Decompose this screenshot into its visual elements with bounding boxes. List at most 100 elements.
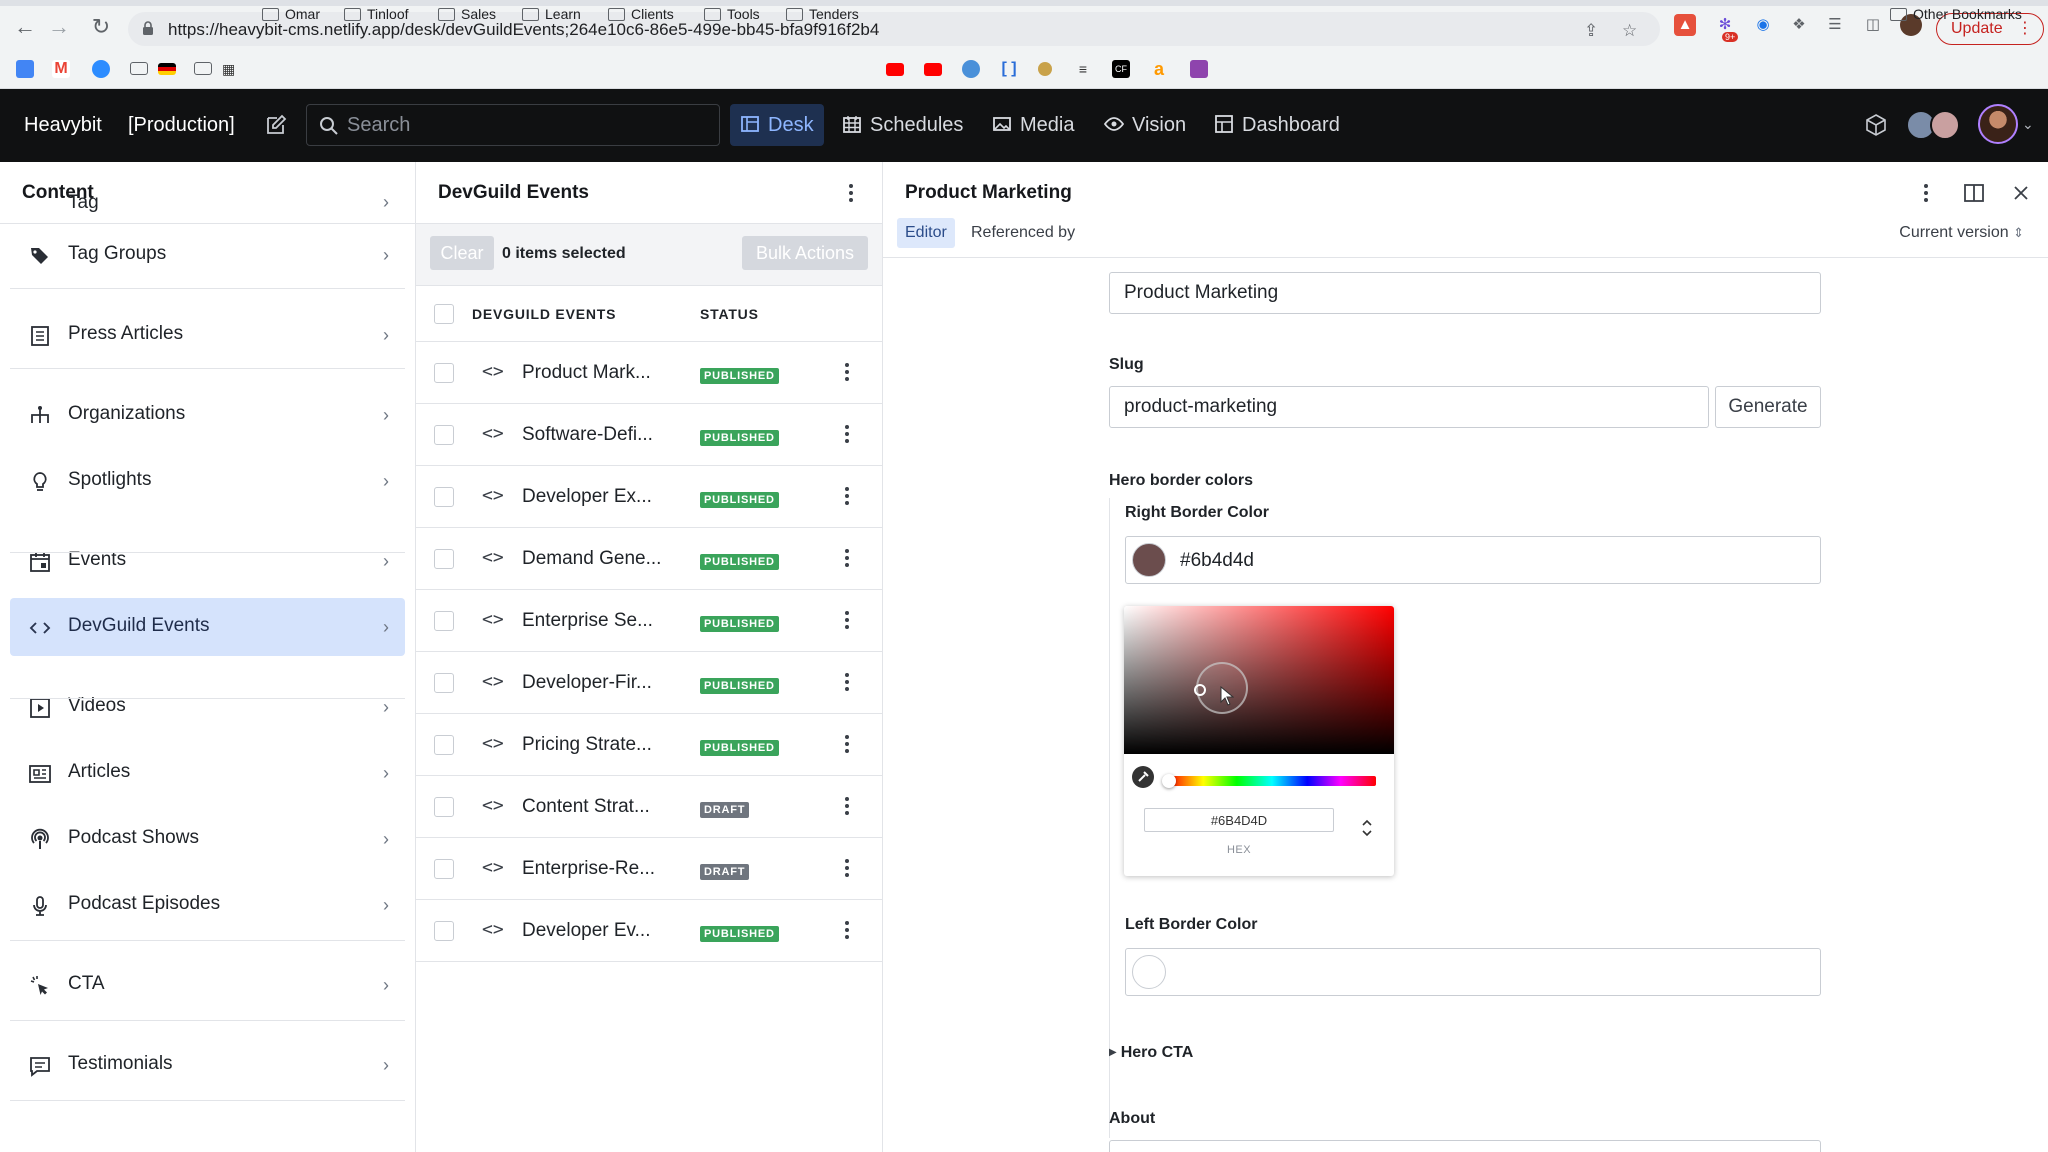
sidebar-item-articles[interactable]: Articles › [10, 744, 405, 802]
kebab-icon[interactable] [1923, 182, 1929, 204]
row-checkbox[interactable] [434, 487, 454, 507]
kebab-icon[interactable] [844, 361, 850, 383]
row-checkbox[interactable] [434, 549, 454, 569]
column-header-status[interactable]: STATUS [700, 306, 759, 322]
bookmark-clients[interactable]: Clients [608, 3, 674, 25]
tool-schedules[interactable]: Schedules [832, 104, 973, 146]
sidebar-item-tag[interactable]: Tag › [10, 194, 405, 224]
hero-cta-toggle[interactable]: ▶ Hero CTA [1109, 1044, 1193, 1062]
list-item[interactable]: <> Demand Gene... PUBLISHED [416, 528, 882, 590]
chevron-down-icon[interactable]: ⌄ [2022, 116, 2034, 133]
hex-input[interactable] [1144, 808, 1334, 832]
gmail-icon[interactable]: M [52, 60, 70, 78]
bracket-icon[interactable]: [ ] [1000, 60, 1018, 78]
kebab-icon[interactable] [848, 182, 854, 204]
star-icon[interactable]: ☆ [1622, 21, 1637, 41]
compose-icon[interactable] [264, 113, 288, 137]
youtube-icon[interactable] [886, 63, 904, 76]
search-box[interactable] [306, 104, 720, 146]
list-item[interactable]: <> Pricing Strate... PUBLISHED [416, 714, 882, 776]
other-bookmarks[interactable]: Other Bookmarks [1890, 3, 2022, 25]
bookmark-tinloof[interactable]: Tinloof [344, 3, 409, 25]
tab-editor[interactable]: Editor [897, 218, 955, 248]
tab-referenced-by[interactable]: Referenced by [963, 218, 1083, 248]
sidebar-item-devguild-events[interactable]: DevGuild Events › [10, 598, 405, 656]
sidebar-item-tag-groups[interactable]: Tag Groups › [10, 226, 405, 284]
row-checkbox[interactable] [434, 673, 454, 693]
row-checkbox[interactable] [434, 363, 454, 383]
bookmark-tenders[interactable]: Tenders [786, 3, 859, 25]
kebab-icon[interactable] [844, 857, 850, 879]
sidebar-item-cta[interactable]: CTA › [10, 956, 405, 1014]
collaborator-avatars[interactable] [1906, 110, 1966, 140]
saturation-handle[interactable] [1194, 684, 1206, 696]
clear-button[interactable]: Clear [430, 236, 494, 270]
color-picker[interactable]: HEX [1124, 606, 1394, 876]
split-pane-icon[interactable] [1963, 182, 1985, 204]
list-item[interactable]: <> Developer Ev... PUBLISHED [416, 900, 882, 962]
list-item[interactable]: <> Enterprise-Re... DRAFT [416, 838, 882, 900]
row-checkbox[interactable] [434, 425, 454, 445]
forward-icon[interactable]: → [46, 14, 72, 40]
title-input[interactable]: Product Marketing [1109, 272, 1821, 314]
color-swatch[interactable] [1132, 955, 1166, 989]
row-checkbox[interactable] [434, 611, 454, 631]
list-item[interactable]: <> Content Strat... DRAFT [416, 776, 882, 838]
kebab-icon[interactable] [844, 919, 850, 941]
media-icon[interactable]: ☰ [1824, 14, 1846, 36]
saturation-area[interactable] [1124, 606, 1394, 754]
sidebar-item-events[interactable]: Events › [10, 532, 405, 590]
hue-slider[interactable] [1168, 776, 1376, 786]
puzzle-icon[interactable]: ❖ [1788, 14, 1810, 36]
stack-icon[interactable]: ≡ [1074, 60, 1092, 78]
format-toggle-icon[interactable] [1360, 818, 1374, 838]
kebab-icon[interactable] [844, 485, 850, 507]
tool-desk[interactable]: Desk [730, 104, 824, 146]
sidebar-item-videos[interactable]: Videos › [10, 678, 405, 736]
row-checkbox[interactable] [434, 859, 454, 879]
amazon-icon[interactable]: a [1150, 60, 1168, 78]
right-border-color-input[interactable]: #6b4d4d [1125, 536, 1821, 584]
left-border-color-input[interactable] [1125, 948, 1821, 996]
bulk-actions-button[interactable]: Bulk Actions [742, 236, 868, 270]
select-all-checkbox[interactable] [434, 304, 454, 324]
folder-icon[interactable] [130, 62, 148, 75]
sidepanel-icon[interactable]: ◫ [1862, 14, 1884, 36]
brand-name[interactable]: Heavybit [24, 114, 102, 137]
coin-icon[interactable] [1038, 62, 1052, 76]
sidebar-item-podcast-shows[interactable]: Podcast Shows › [10, 810, 405, 868]
version-selector[interactable]: Current version ⇕ [1899, 224, 2024, 242]
column-header-title[interactable]: DEVGUILD EVENTS [472, 306, 616, 322]
reload-icon[interactable]: ↻ [88, 14, 114, 40]
tool-vision[interactable]: Vision [1094, 104, 1196, 146]
sidebar-item-testimonials[interactable]: Testimonials › [10, 1036, 405, 1094]
flag-icon[interactable] [158, 63, 176, 75]
bookmark-sales[interactable]: Sales [438, 3, 496, 25]
bookmark-learn[interactable]: Learn [522, 3, 581, 25]
app-bookmark-icon[interactable] [1190, 60, 1208, 78]
color-swatch[interactable] [1132, 543, 1166, 577]
bookmark-tools[interactable]: Tools [704, 3, 760, 25]
zoom-icon[interactable] [92, 60, 110, 78]
kebab-icon[interactable] [844, 671, 850, 693]
bookmark-omar[interactable]: Omar [262, 3, 320, 25]
sidebar-item-podcast-episodes[interactable]: Podcast Episodes › [10, 876, 405, 934]
folder-icon[interactable] [194, 62, 212, 75]
list-item[interactable]: <> Product Mark... PUBLISHED [416, 342, 882, 404]
extension-globe-icon[interactable]: ◉ [1752, 14, 1774, 36]
calendar-bookmark-icon[interactable] [16, 60, 34, 78]
tool-dashboard[interactable]: Dashboard [1204, 104, 1350, 146]
table-icon[interactable]: ▦ [222, 60, 240, 78]
sidebar-item-spotlights[interactable]: Spotlights › [10, 452, 405, 510]
package-icon[interactable] [1864, 113, 1888, 137]
user-avatar[interactable] [1978, 104, 2018, 144]
sidebar-item-press-articles[interactable]: Press Articles › [10, 306, 405, 364]
search-input[interactable] [347, 113, 707, 137]
row-checkbox[interactable] [434, 735, 454, 755]
row-checkbox[interactable] [434, 921, 454, 941]
about-toolbar[interactable] [1109, 1140, 1821, 1152]
kebab-icon[interactable] [844, 733, 850, 755]
list-item[interactable]: <> Enterprise Se... PUBLISHED [416, 590, 882, 652]
extension-icon[interactable]: ▲ [1674, 14, 1696, 36]
close-icon[interactable] [2011, 182, 2031, 204]
